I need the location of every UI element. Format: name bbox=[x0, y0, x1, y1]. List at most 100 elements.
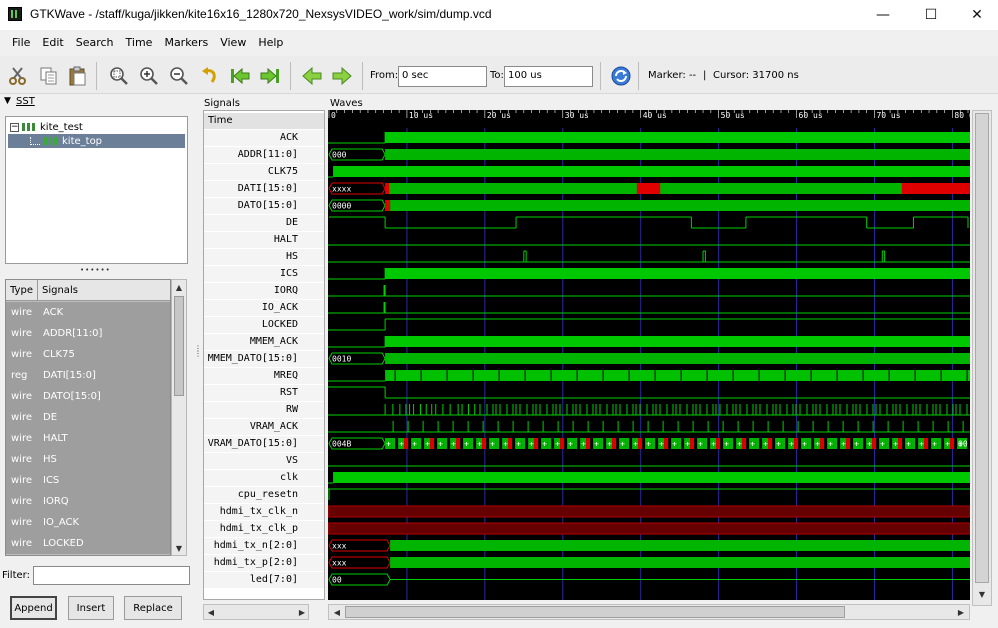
insert-button[interactable]: Insert bbox=[68, 596, 114, 620]
scroll-down-arrow[interactable]: ▼ bbox=[172, 541, 186, 555]
signal-row[interactable]: VS bbox=[204, 453, 324, 470]
col-signals-header[interactable]: Signals bbox=[42, 285, 78, 296]
list-item[interactable]: wire DE bbox=[6, 407, 170, 428]
scroll-down-arrow[interactable]: ▼ bbox=[975, 587, 989, 601]
bus-activity bbox=[560, 438, 565, 449]
signal-row[interactable]: RW bbox=[204, 402, 324, 419]
zoom-start-icon[interactable] bbox=[228, 64, 252, 88]
minimize-button[interactable]: — bbox=[860, 0, 906, 30]
scroll-thumb[interactable] bbox=[174, 296, 184, 396]
signal-row[interactable]: HALT bbox=[204, 232, 324, 249]
pane-splitter[interactable]: •••••• bbox=[80, 266, 111, 274]
zoom-fit-icon[interactable] bbox=[107, 64, 131, 88]
signal-row[interactable]: MREQ bbox=[204, 368, 324, 385]
menu-view[interactable]: View bbox=[214, 36, 252, 49]
replace-button[interactable]: Replace bbox=[124, 596, 182, 620]
signal-row[interactable]: ICS bbox=[204, 266, 324, 283]
list-item[interactable]: wire LOCKED bbox=[6, 533, 170, 554]
list-item[interactable]: wire ADDR[11:0] bbox=[6, 323, 170, 344]
tree-node-kite-top[interactable]: kite_top bbox=[8, 134, 185, 148]
list-item[interactable]: wire HALT bbox=[6, 428, 170, 449]
filter-input[interactable] bbox=[33, 566, 190, 585]
list-item[interactable]: wire IORQ bbox=[6, 491, 170, 512]
sst-collapse-icon[interactable]: ▼ bbox=[4, 96, 11, 106]
type-list-scrollbar[interactable]: ▲ ▼ bbox=[171, 279, 187, 556]
waves-hscrollbar[interactable]: ◀ ▶ bbox=[328, 604, 970, 620]
list-item[interactable]: wire CLK75 bbox=[6, 344, 170, 365]
signal-row[interactable]: hdmi_tx_p[2:0] bbox=[204, 555, 324, 572]
signal-row[interactable]: VRAM_DATO[15:0] bbox=[204, 436, 324, 453]
maximize-button[interactable]: ☐ bbox=[908, 0, 954, 30]
signal-row[interactable]: hdmi_tx_n[2:0] bbox=[204, 538, 324, 555]
next-edge-icon[interactable] bbox=[330, 64, 354, 88]
signal-row[interactable]: MMEM_ACK bbox=[204, 334, 324, 351]
prev-edge-icon[interactable] bbox=[300, 64, 324, 88]
signal-name: IORQ bbox=[43, 496, 69, 507]
signal-row[interactable]: hdmi_tx_clk_p bbox=[204, 521, 324, 538]
scroll-right-arrow[interactable]: ▶ bbox=[296, 606, 308, 618]
signal-row[interactable]: HS bbox=[204, 249, 324, 266]
signal-row[interactable]: LOCKED bbox=[204, 317, 324, 334]
scroll-thumb[interactable] bbox=[345, 606, 845, 618]
bus-activity bbox=[755, 438, 760, 449]
bus-value-label: 004B bbox=[332, 440, 351, 449]
pane-splitter[interactable]: ⋮⋮ bbox=[194, 345, 202, 358]
paste-icon[interactable] bbox=[66, 64, 90, 88]
menu-file[interactable]: File bbox=[6, 36, 36, 49]
zoom-out-icon[interactable] bbox=[167, 64, 191, 88]
list-item[interactable]: wire DATO[15:0] bbox=[6, 386, 170, 407]
signal-row[interactable]: IO_ACK bbox=[204, 300, 324, 317]
to-time-input[interactable]: 100 us bbox=[504, 66, 593, 87]
signal-row[interactable]: VRAM_ACK bbox=[204, 419, 324, 436]
scroll-up-arrow[interactable]: ▲ bbox=[172, 280, 186, 294]
scroll-left-arrow[interactable]: ◀ bbox=[205, 606, 217, 618]
zoom-in-icon[interactable] bbox=[137, 64, 161, 88]
waves-canvas[interactable]: 0 10 us 20 us 30 us 40 us 50 us 60 us 70 us 80 u… bbox=[328, 110, 970, 600]
scroll-left-arrow[interactable]: ◀ bbox=[331, 606, 343, 618]
list-item[interactable]: wire HS bbox=[6, 449, 170, 470]
list-item[interactable]: wire ICS bbox=[6, 470, 170, 491]
signal-row[interactable]: DATI[15:0] bbox=[204, 181, 324, 198]
bus-value-label: + bbox=[789, 440, 794, 449]
signal-row[interactable]: MMEM_DATO[15:0] bbox=[204, 351, 324, 368]
copy-icon[interactable] bbox=[37, 64, 61, 88]
zoom-end-icon[interactable] bbox=[258, 64, 282, 88]
menu-time[interactable]: Time bbox=[120, 36, 159, 49]
signal-row[interactable]: ACK bbox=[204, 130, 324, 147]
tree-expander[interactable]: − bbox=[10, 122, 19, 132]
close-button[interactable]: ✕ bbox=[954, 0, 998, 30]
signal-row[interactable]: ADDR[11:0] bbox=[204, 147, 324, 164]
signal-row[interactable]: RST bbox=[204, 385, 324, 402]
signal-row[interactable]: clk bbox=[204, 470, 324, 487]
waves-vscrollbar[interactable]: ▼ bbox=[972, 110, 992, 606]
list-item[interactable]: wire IO_ACK bbox=[6, 512, 170, 533]
list-item[interactable]: reg DATI[15:0] bbox=[6, 365, 170, 386]
signal-row[interactable]: hdmi_tx_clk_n bbox=[204, 504, 324, 521]
refresh-icon[interactable] bbox=[609, 64, 633, 88]
undo-icon[interactable] bbox=[198, 64, 222, 88]
menu-help[interactable]: Help bbox=[252, 36, 289, 49]
scroll-thumb[interactable] bbox=[975, 113, 989, 583]
menu-markers[interactable]: Markers bbox=[158, 36, 214, 49]
menu-edit[interactable]: Edit bbox=[36, 36, 69, 49]
from-time-input[interactable]: 0 sec bbox=[398, 66, 487, 87]
waveform-display[interactable]: 0 10 us 20 us 30 us 40 us 50 us 60 us 70 us 80 u… bbox=[328, 110, 970, 600]
bus-activity bbox=[333, 166, 970, 177]
signal-row[interactable]: DATO[15:0] bbox=[204, 198, 324, 215]
signal-row[interactable]: led[7:0] bbox=[204, 572, 324, 589]
signal-row[interactable]: DE bbox=[204, 215, 324, 232]
cut-icon[interactable] bbox=[6, 64, 30, 88]
signals-hscrollbar[interactable]: ◀ ▶ bbox=[203, 604, 309, 620]
bus-activity bbox=[547, 438, 552, 449]
col-type-header[interactable]: Type bbox=[10, 285, 33, 296]
tree-node-kite-test[interactable]: − kite_test bbox=[10, 120, 83, 134]
ruler-tick-label: 80 us bbox=[954, 111, 970, 120]
menu-search[interactable]: Search bbox=[70, 36, 120, 49]
signal-row[interactable]: cpu_resetn bbox=[204, 487, 324, 504]
append-button[interactable]: Append bbox=[10, 596, 57, 620]
scroll-right-arrow[interactable]: ▶ bbox=[955, 606, 967, 618]
list-item[interactable]: wire ACK bbox=[6, 302, 170, 323]
signal-row[interactable]: CLK75 bbox=[204, 164, 324, 181]
signal-row[interactable]: IORQ bbox=[204, 283, 324, 300]
bus-activity bbox=[911, 438, 916, 449]
